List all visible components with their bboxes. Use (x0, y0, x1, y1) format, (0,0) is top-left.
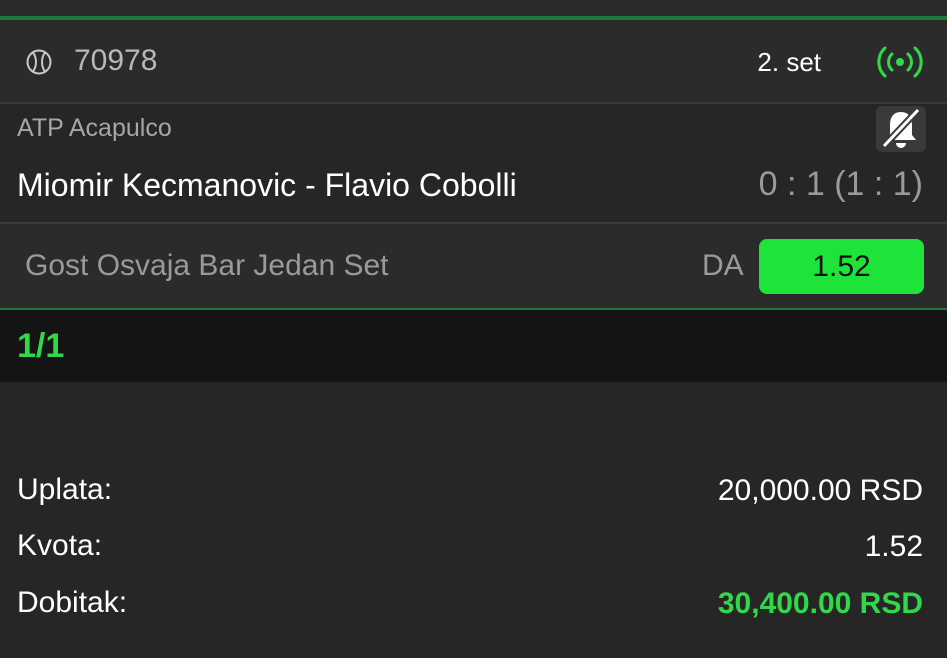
ticket-count: 1/1 (17, 327, 65, 365)
selection-pick: DA (702, 249, 744, 282)
match-score: 0 : 1 (1 : 1) (758, 165, 923, 203)
match-id: 70978 (74, 44, 158, 77)
match-teams: Miomir Kecmanovic - Flavio Cobolli (17, 167, 517, 203)
top-strip (0, 0, 947, 16)
period-label: 2. set (757, 47, 821, 77)
win-value: 30,400.00 RSD (717, 587, 923, 620)
stake-label: Uplata: (17, 473, 113, 506)
tennis-ball-icon (26, 49, 52, 75)
market-name: Gost Osvaja Bar Jedan Set (25, 249, 389, 282)
stake-value: 20,000.00 RSD (717, 474, 923, 507)
bell-off-icon[interactable] (876, 106, 926, 152)
divider (0, 102, 947, 104)
odd-button[interactable]: 1.52 (759, 239, 924, 294)
win-label: Dobitak: (17, 586, 128, 619)
ticket-count-bar: 1/1 (0, 310, 947, 382)
event-header: 70978 2. set (0, 20, 947, 102)
odds-value: 1.52 (864, 530, 923, 563)
odds-label: Kvota: (17, 529, 103, 562)
selection-row: Gost Osvaja Bar Jedan Set DA 1.52 (0, 224, 947, 308)
live-broadcast-icon (877, 46, 923, 78)
league-name: ATP Acapulco (17, 114, 172, 142)
